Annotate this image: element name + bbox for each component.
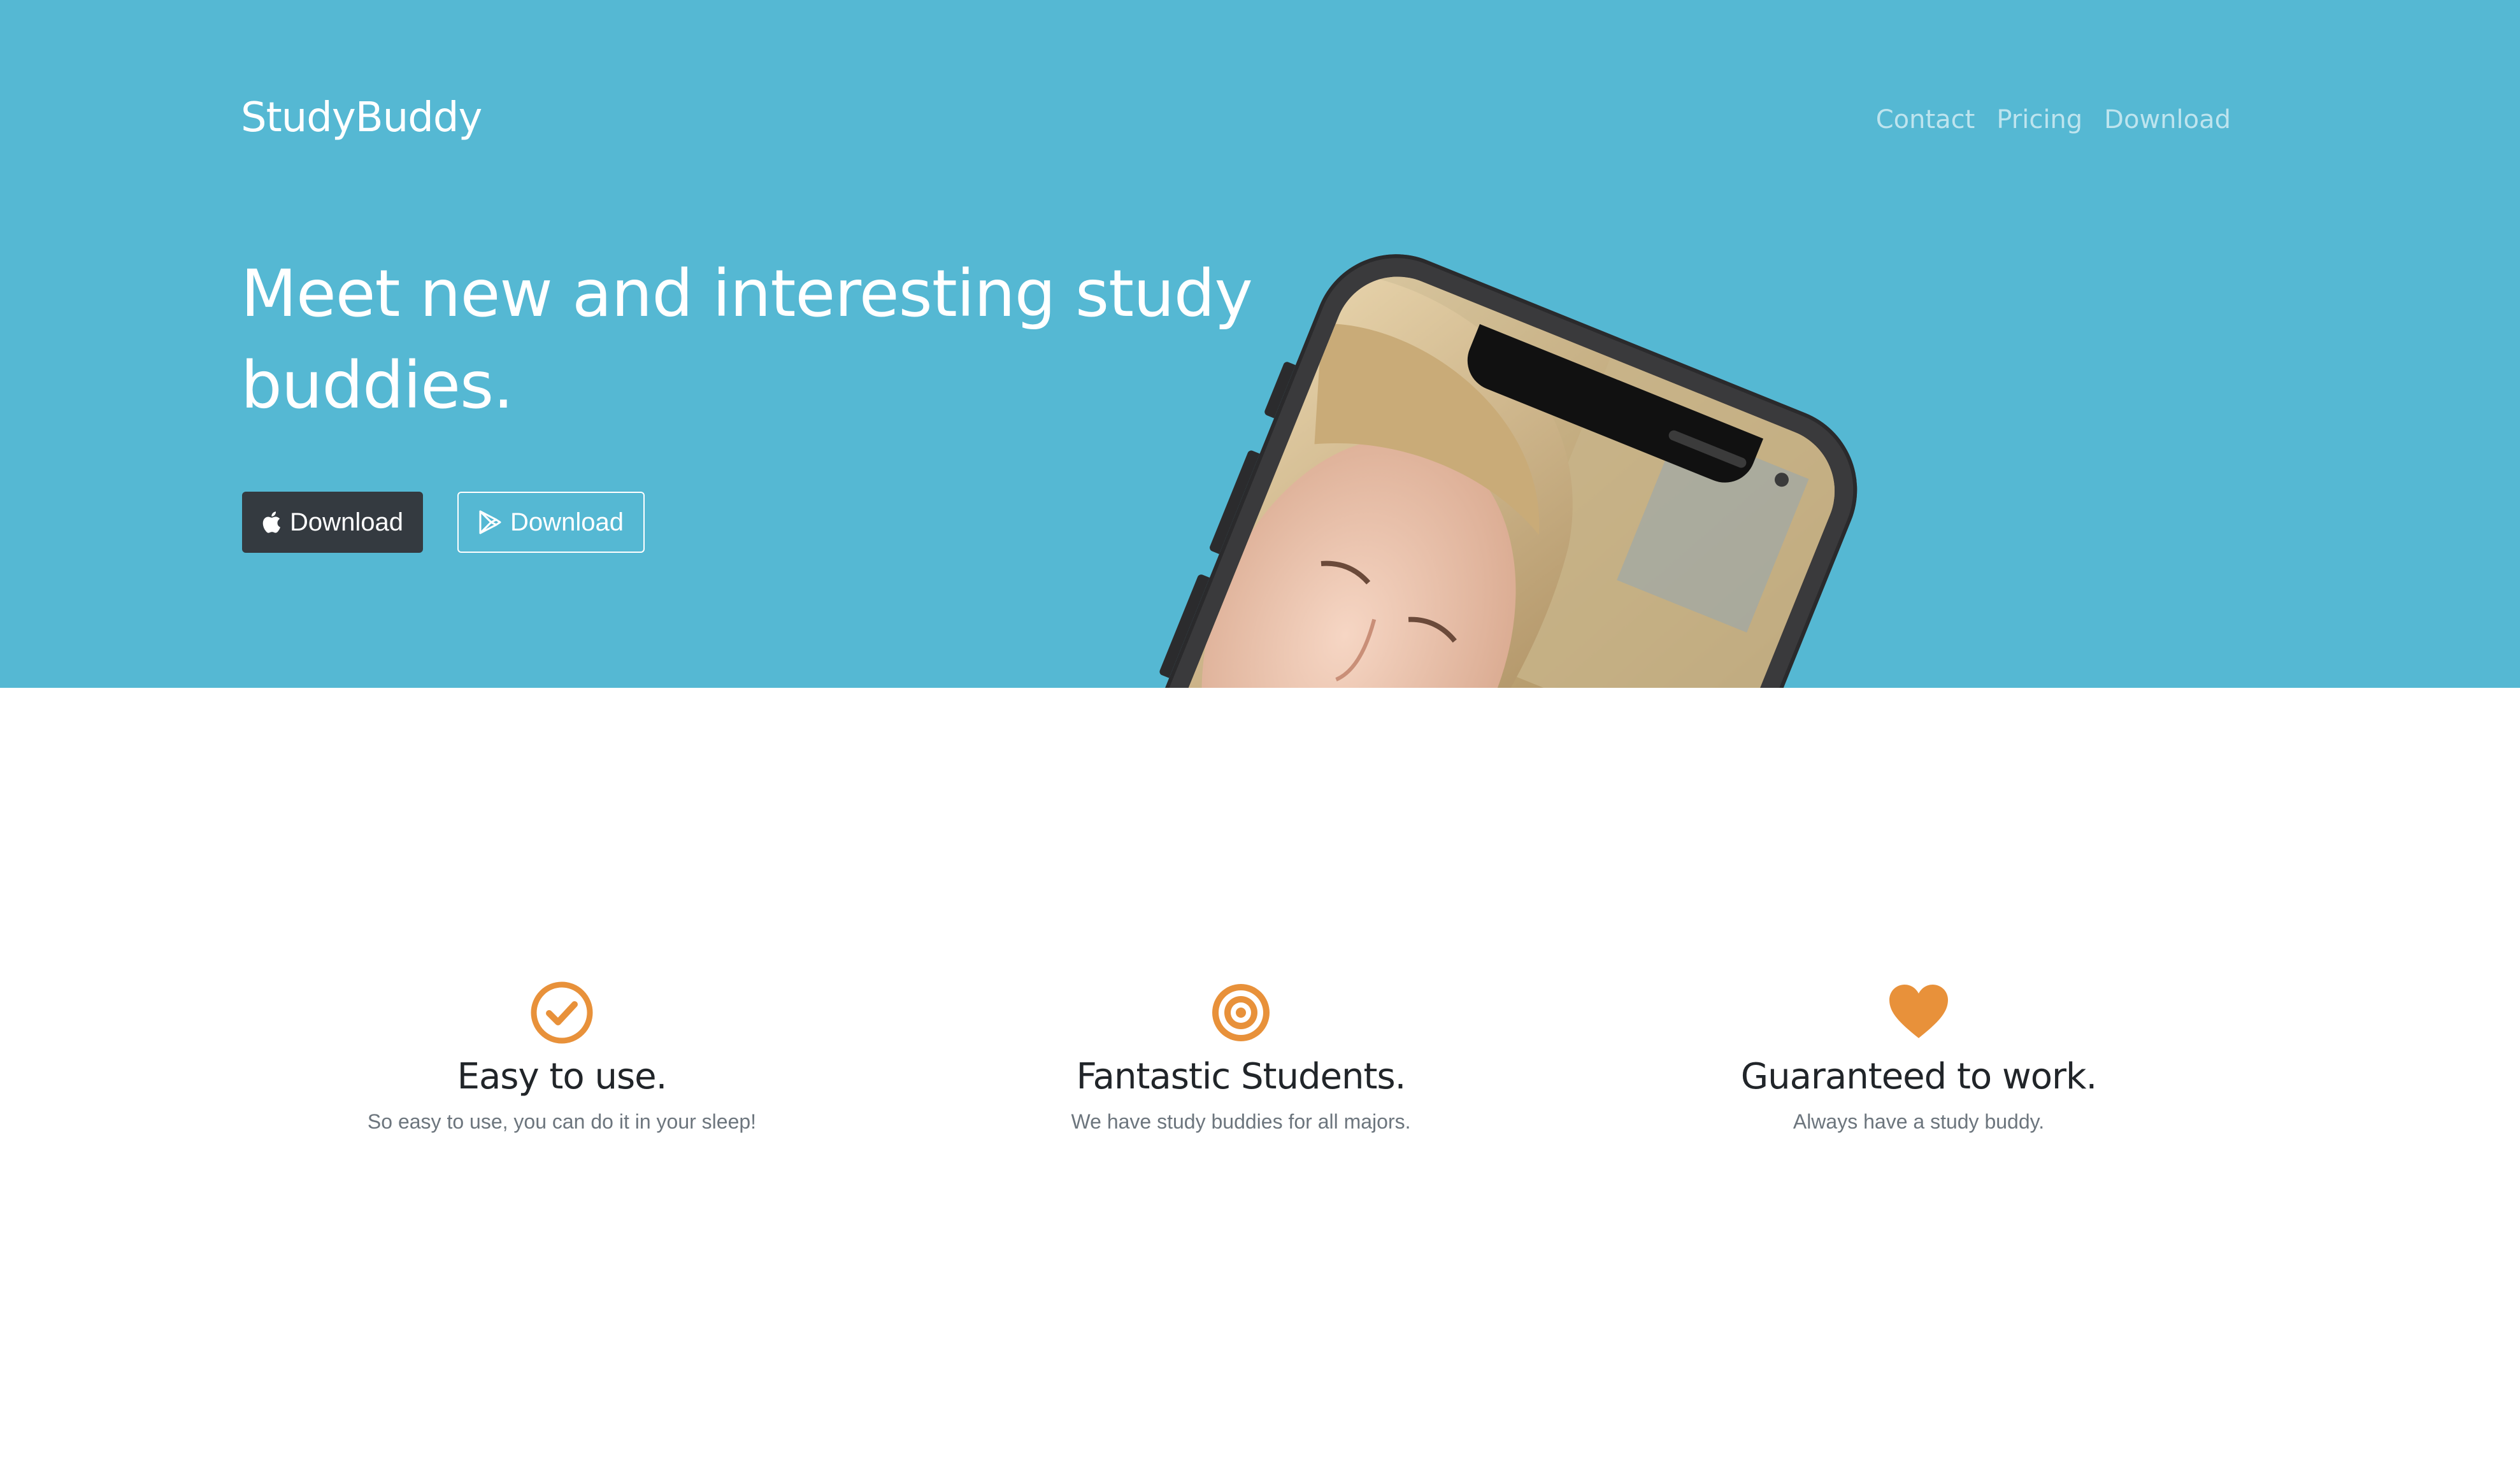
phone-speaker	[1667, 429, 1748, 469]
feature-title: Guaranteed to work.	[1740, 1056, 2098, 1097]
feature-students: Fantastic Students. We have study buddie…	[922, 981, 1559, 1134]
hero-headline: Meet new and interesting study buddies.	[241, 256, 1253, 424]
feature-text: Always have a study buddy.	[1793, 1110, 2045, 1133]
apple-icon	[262, 511, 281, 534]
google-play-download-button[interactable]: Download	[457, 492, 645, 553]
feature-title: Fantastic Students.	[1076, 1056, 1407, 1097]
bullseye-icon	[1209, 981, 1273, 1044]
feature-title: Easy to use.	[457, 1056, 668, 1097]
google-play-icon	[478, 510, 501, 534]
feature-text: So easy to use, you can do it in your sl…	[367, 1110, 757, 1133]
google-download-label: Download	[510, 508, 624, 536]
apple-download-label: Download	[290, 508, 403, 536]
feature-text: We have study buddies for all majors.	[1071, 1110, 1411, 1133]
apple-download-button[interactable]: Download	[242, 492, 423, 553]
feature-guaranteed: Guaranteed to work. Always have a study …	[1600, 981, 2237, 1134]
features-section: Easy to use. So easy to use, you can do …	[0, 688, 2520, 1461]
nav-bar: Contact Pricing Download	[1876, 105, 2231, 134]
nav-link-contact[interactable]: Contact	[1876, 105, 1975, 134]
check-circle-icon	[530, 981, 594, 1044]
nav-link-download[interactable]: Download	[2104, 105, 2231, 134]
feature-easy: Easy to use. So easy to use, you can do …	[243, 981, 880, 1134]
hero-section: StudyBuddy Contact Pricing Download Meet…	[0, 0, 2520, 688]
nav-link-pricing[interactable]: Pricing	[1996, 105, 2082, 134]
brand-logo[interactable]: StudyBuddy	[241, 94, 482, 141]
heart-icon	[1887, 981, 1951, 1044]
